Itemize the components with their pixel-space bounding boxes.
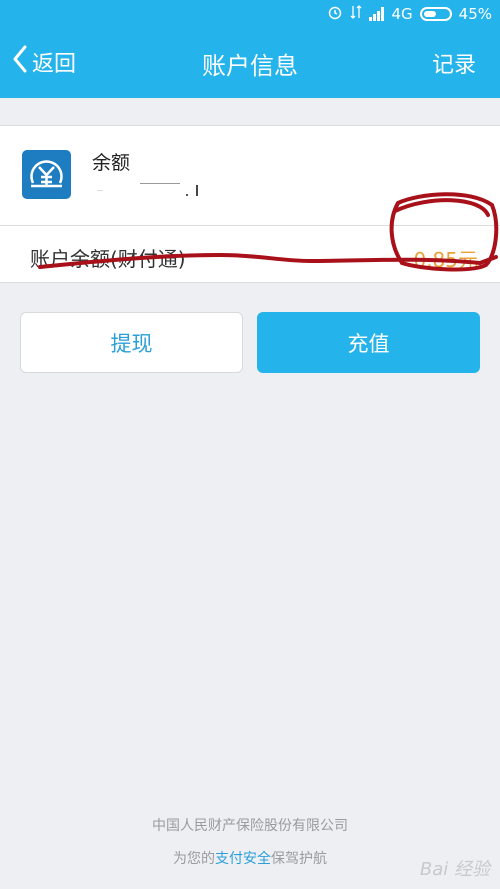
balance-label: 账户余额(财付通) (30, 247, 186, 271)
battery-percent: 45% (458, 5, 492, 23)
status-bar: 4G 45% (0, 0, 500, 28)
record-button[interactable]: 记录 (432, 47, 476, 79)
yuan-coin-icon (22, 150, 71, 199)
withdraw-button[interactable]: 提现 (20, 312, 243, 373)
divider (0, 225, 500, 226)
nav-bar: 返回 账户信息 记录 (0, 30, 500, 96)
battery-icon (419, 7, 452, 21)
account-id-redacted (92, 182, 202, 200)
insurer-text: 中国人民财产保险股份有限公司 (152, 818, 348, 834)
alarm-icon (327, 4, 343, 24)
balance-value[interactable]: 0.85元 (413, 244, 478, 273)
data-transfer-icon (350, 4, 362, 24)
security-text-pre: 为您的 (173, 851, 215, 867)
signal-icon (369, 7, 385, 21)
network-type: 4G (391, 5, 413, 23)
recharge-button[interactable]: 充值 (257, 312, 480, 373)
baidu-jingyan-watermark: Bai 经验 (419, 859, 490, 880)
security-text-post: 保驾护航 (271, 851, 327, 867)
payment-security-link[interactable]: 支付安全 (215, 851, 271, 867)
header: 4G 45% 返回 账户信息 记录 (0, 0, 500, 98)
page-title: 账户信息 (202, 52, 298, 80)
status-icons: 4G 45% (327, 4, 492, 24)
account-name: 余额 (92, 152, 131, 174)
account-card: 余额 账户余额(财付通) 0.85元 (0, 125, 500, 283)
